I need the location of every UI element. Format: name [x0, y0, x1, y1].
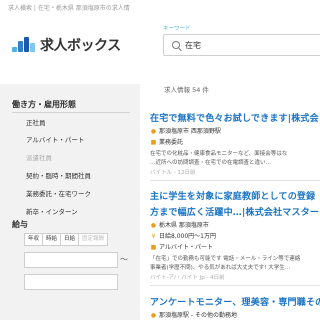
location-pin-icon: ● [150, 312, 157, 319]
job-type: ■ 業務委託 [150, 139, 184, 146]
job-title-link[interactable]: 在宅で無料で色々お試しできます|株式会 [150, 111, 319, 124]
logo-mark-icon [12, 35, 38, 55]
yen-icon: ¥ [151, 233, 156, 240]
filter-part-time[interactable]: アルバイト・パート [26, 134, 84, 144]
job-title-link[interactable]: 主に学生を対象に家庭教師としての登録 [150, 189, 315, 202]
briefcase-icon: ■ [150, 139, 157, 146]
range-separator: 〜 [120, 255, 128, 264]
search-icon [172, 41, 180, 49]
salary-heading: 給与 [12, 220, 28, 229]
site-logo[interactable]: 求人ボックス [12, 35, 121, 55]
divider [150, 285, 320, 286]
job-location: ● 那須塩原駅 - その他の勤務地 [150, 312, 237, 319]
salary-max-select[interactable] [24, 274, 118, 290]
search-value: 在宅 [185, 41, 201, 50]
job-salary: ¥ 日給8,000円〜1万円 [151, 233, 216, 240]
filter-new-grad-intern[interactable]: 新卒・インターン [26, 206, 78, 216]
result-count: 求人情報 54 件 [164, 86, 209, 94]
location-pin-icon: ● [150, 222, 157, 229]
job-location: ● 栃木県 那須塩原市 [150, 222, 209, 229]
job-source-date: バイト-ア/・バイト Jp - 4日前 [150, 275, 225, 281]
filter-contract[interactable]: 契約・臨時・期間社員 [26, 170, 91, 180]
search-input[interactable]: 在宅 [163, 34, 320, 56]
tab-fixed-fee: 固定報酬 [78, 233, 109, 246]
job-description: …近所への訪問調査・在宅での在電調査と違い… [150, 160, 272, 166]
job-description: 「在宅」での勤務も可能です 電話・メール・ライン等で連絡 [150, 256, 301, 262]
job-description: 事業者(学歴不問)、やる気があれば大丈夫です! 大学生… [150, 265, 291, 271]
filter-freelance-remote[interactable]: 業務委託・在宅ワーク [26, 188, 91, 198]
divider [12, 112, 130, 113]
job-title-link[interactable]: 方まで幅広く活躍中…|株式会社マスター [150, 205, 319, 218]
tab-annual[interactable]: 年収 [24, 233, 44, 246]
filter-dispatch: 派遣社員 [26, 154, 52, 162]
keyword-label: キーワード [163, 26, 191, 32]
location-pin-icon: ● [150, 128, 157, 135]
job-location: ● 那須塩原市 西那須野駅 [150, 128, 221, 135]
filter-regular-employee[interactable]: 正社員 [26, 117, 46, 127]
job-description: 在宅での化粧品・健康食品モニターなど、面接会等はな [150, 151, 288, 157]
job-title-link[interactable]: アンケートモニター、理美容・専門職その [150, 295, 320, 308]
tab-daily[interactable]: 日給 [60, 233, 80, 246]
briefcase-icon: ■ [150, 244, 157, 251]
job-source-date: バイトル - 12日前 [150, 170, 196, 176]
tab-hourly[interactable]: 時給 [42, 233, 62, 246]
breadcrumb: 求人横索 | 在宅・栃木県 那須塩原市の求人情 [8, 5, 130, 12]
salary-type-tabs: 年収 時給 日給 固定報酬 [24, 233, 109, 246]
salary-min-select[interactable] [24, 252, 118, 268]
logo-text: 求人ボックス [40, 38, 121, 54]
divider [150, 180, 320, 181]
job-type: ■ アルバイト・パート [150, 244, 213, 251]
work-style-heading: 働き方・雇用形態 [12, 100, 76, 109]
